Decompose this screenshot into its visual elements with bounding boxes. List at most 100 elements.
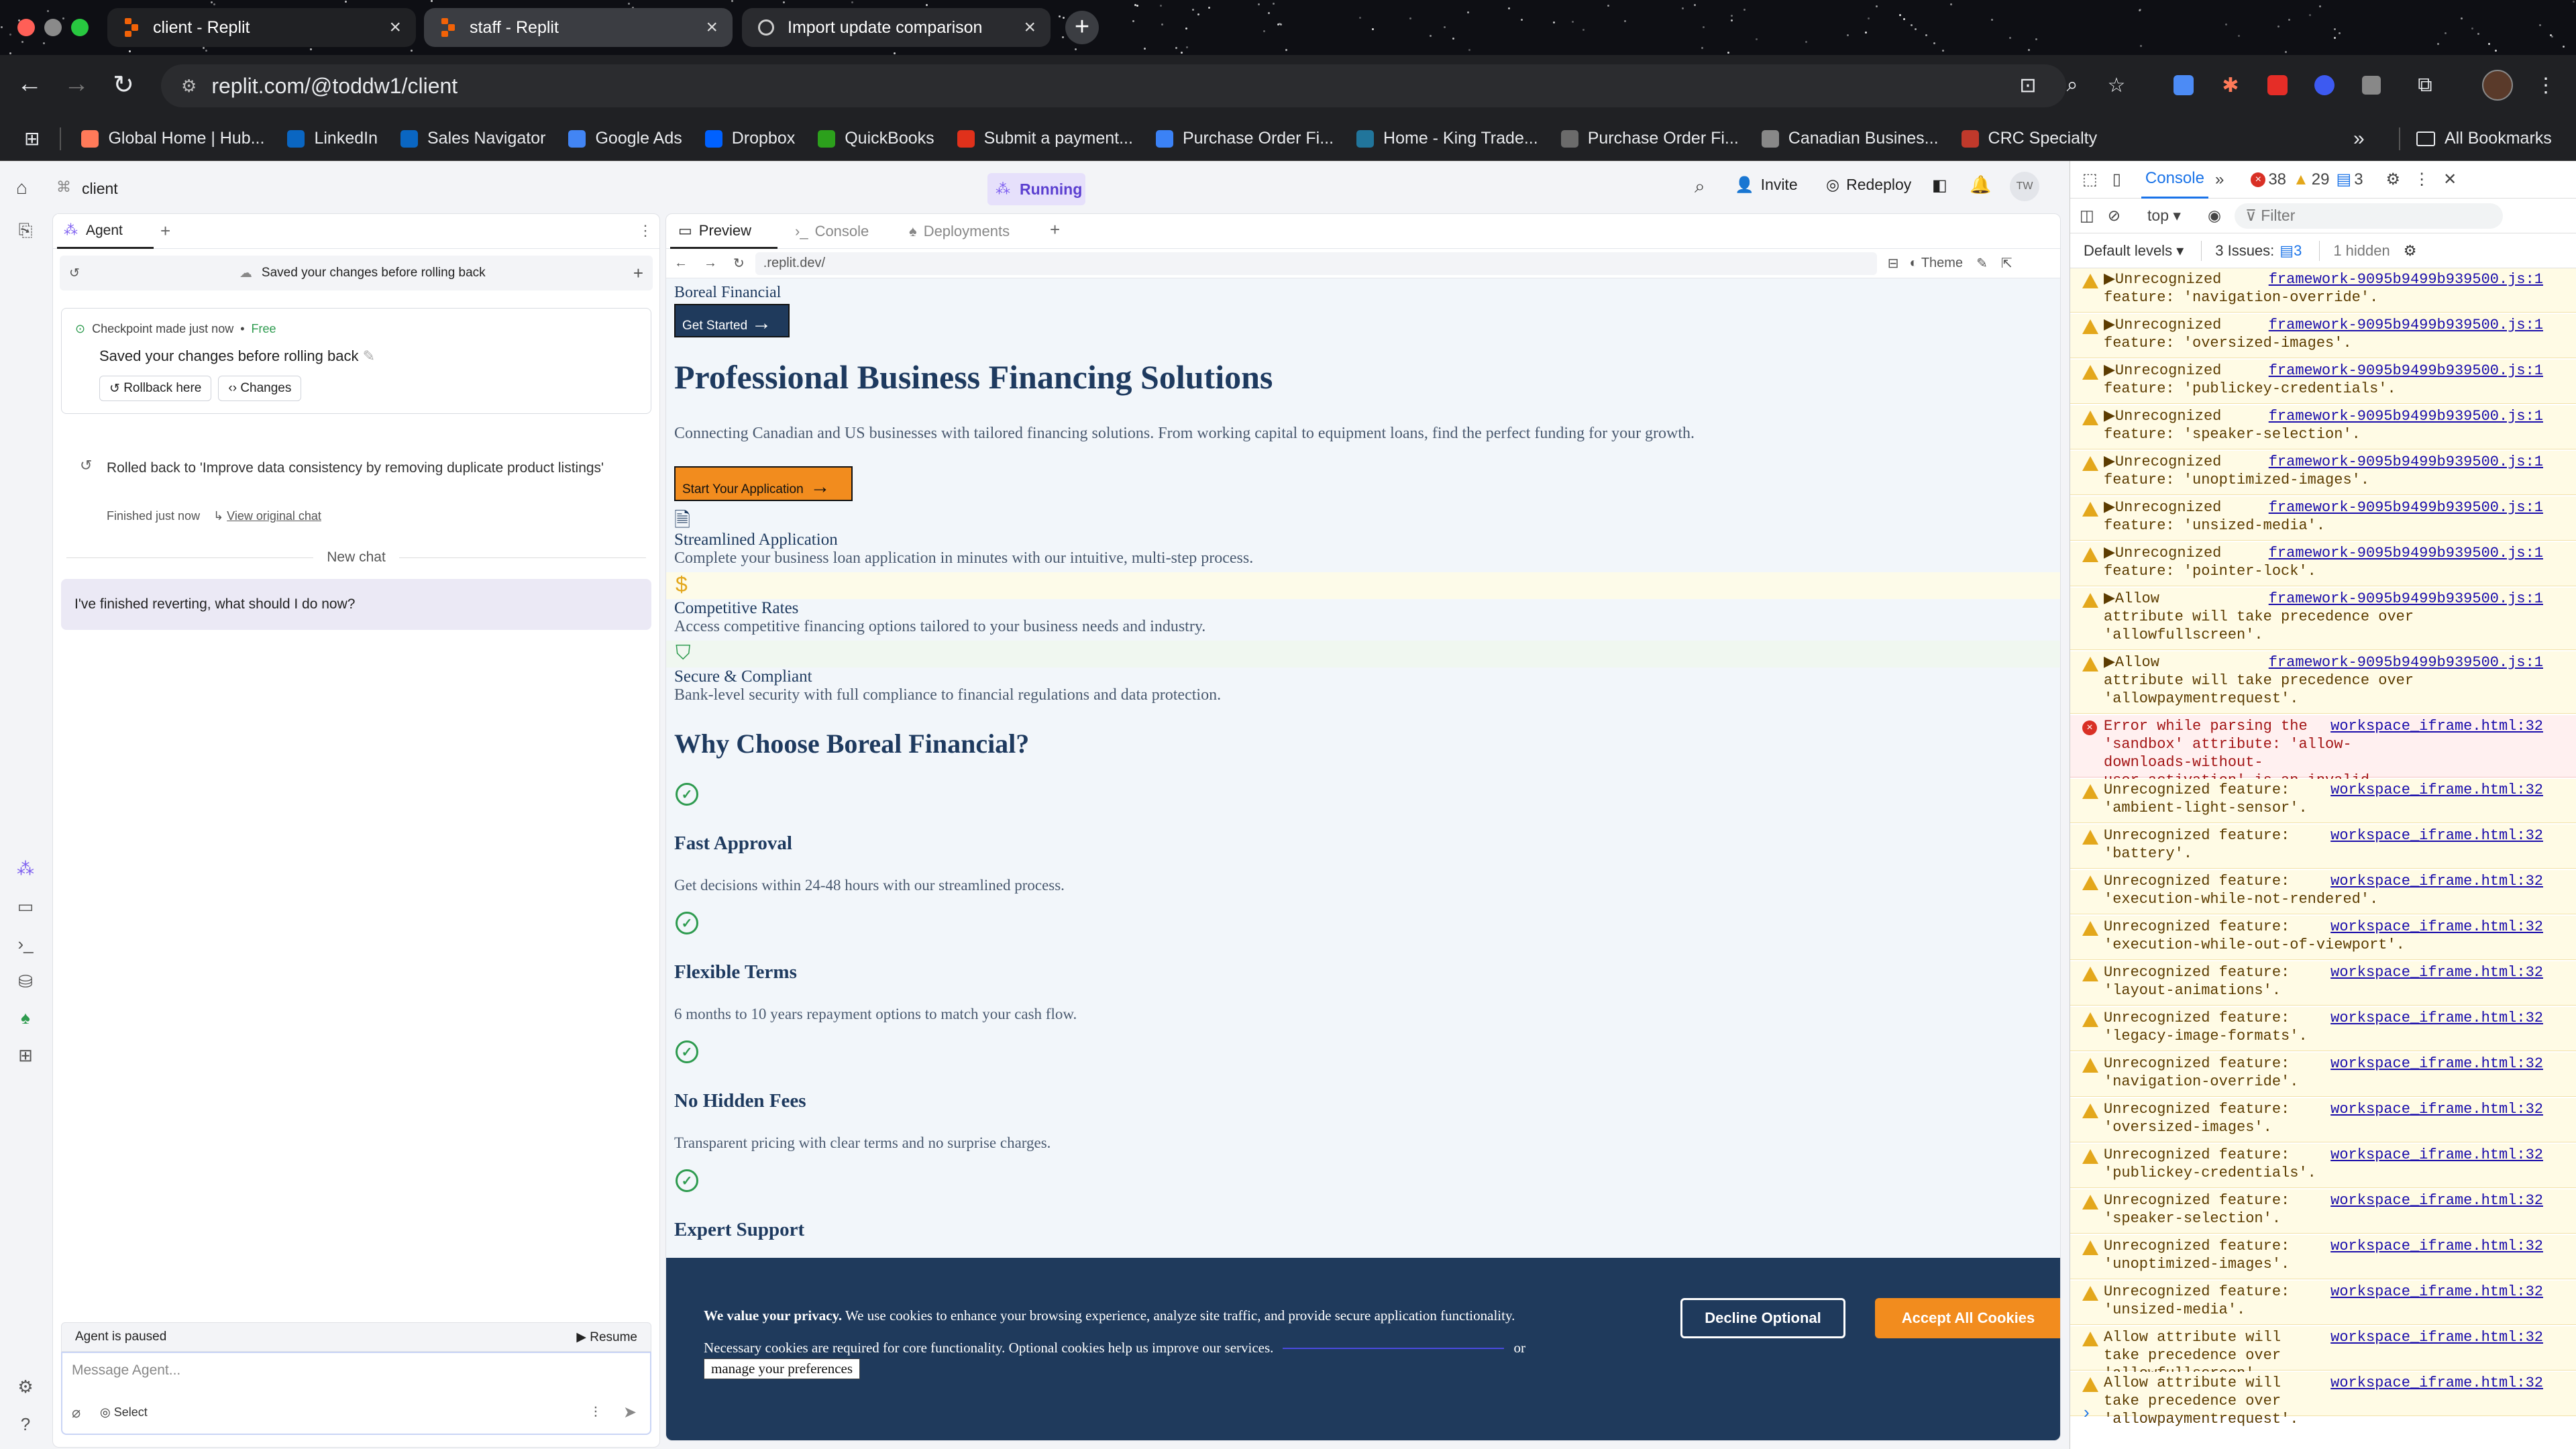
console-warning-message[interactable]: Unrecognized feature: 'ambient-light-sen… [2070, 779, 2576, 823]
run-status-button[interactable]: ⁂ Running [987, 173, 1085, 205]
new-tab-button[interactable]: + [1065, 11, 1099, 44]
bookmark-item[interactable]: Canadian Busines... [1761, 129, 1939, 148]
devtools-menu-icon[interactable]: ⋮ [2414, 170, 2430, 189]
forward-icon[interactable]: → [60, 70, 93, 99]
help-icon[interactable]: ? [15, 1414, 36, 1436]
bookmark-item[interactable]: Purchase Order Fi... [1155, 129, 1334, 148]
browser-tab-client[interactable]: client - Replit × [107, 8, 416, 47]
new-tab-plus-icon[interactable]: + [160, 221, 170, 241]
decline-optional-button[interactable]: Decline Optional [1680, 1298, 1845, 1338]
message-source-link[interactable]: framework-9095b9499b939500.js:1 [2269, 316, 2543, 334]
console-warning-message[interactable]: ▶Unrecognized feature: 'unsized-media'. f… [2070, 496, 2576, 541]
bookmark-item[interactable]: QuickBooks [818, 129, 934, 148]
message-source-link[interactable]: workspace_iframe.html:32 [2330, 1146, 2543, 1164]
profile-avatar[interactable] [2481, 68, 2514, 102]
manage-preferences-link[interactable]: manage your preferences [704, 1358, 861, 1379]
more-tabs-icon[interactable]: » [2215, 170, 2224, 189]
message-agent-input[interactable]: Message Agent... [72, 1362, 180, 1379]
close-tab-icon[interactable]: × [389, 16, 401, 39]
bookmark-item[interactable]: Submit a payment... [957, 129, 1133, 148]
extension-2-icon[interactable] [2355, 68, 2388, 102]
message-source-link[interactable]: framework-9095b9499b939500.js:1 [2269, 544, 2543, 562]
issues-count-button[interactable]: ▤3 [2279, 242, 2302, 260]
sidebar-toggle-icon[interactable]: ◫ [2080, 207, 2094, 225]
project-name[interactable]: client [82, 180, 118, 198]
message-source-link[interactable]: workspace_iframe.html:32 [2330, 826, 2543, 845]
console-warning-message[interactable]: ▶Unrecognized feature: 'navigation-overr… [2070, 268, 2576, 313]
live-expression-eye-icon[interactable]: ◉ [2208, 207, 2221, 225]
brand-name[interactable]: Boreal Financial [674, 284, 781, 302]
message-source-link[interactable]: framework-9095b9499b939500.js:1 [2269, 407, 2543, 425]
close-tab-icon[interactable]: × [1024, 16, 1036, 39]
install-app-icon[interactable]: ⊡ [2011, 68, 2045, 102]
console-warning-message[interactable]: Unrecognized feature: 'oversized-images'… [2070, 1098, 2576, 1142]
privacy-policy-link[interactable] [1283, 1347, 1505, 1349]
preview-reload-icon[interactable]: ↻ [733, 255, 745, 272]
message-source-link[interactable]: workspace_iframe.html:32 [2330, 918, 2543, 936]
console-warning-message[interactable]: Unrecognized feature: 'battery'. workspac… [2070, 824, 2576, 869]
maximize-window-button[interactable] [71, 19, 89, 36]
console-warning-message[interactable]: Unrecognized feature: 'navigation-overri… [2070, 1053, 2576, 1097]
console-prompt-icon[interactable]: › [2084, 1402, 2090, 1423]
tab-devtools-console[interactable]: Console [2141, 161, 2208, 199]
console-warning-message[interactable]: ▶Unrecognized feature: 'pointer-lock'. fr… [2070, 542, 2576, 586]
deployments-icon[interactable]: ♠ [15, 1008, 36, 1029]
console-warning-message[interactable]: Unrecognized feature: 'unsized-media'. wo… [2070, 1281, 2576, 1325]
rollback-here-button[interactable]: ↺ Rollback here [99, 376, 212, 401]
apps-grid-icon[interactable]: ⊞ [24, 127, 40, 150]
browser-tab-import-update[interactable]: Import update comparison × [742, 8, 1051, 47]
message-source-link[interactable]: framework-9095b9499b939500.js:1 [2269, 453, 2543, 471]
get-started-button[interactable]: Get Started → [674, 304, 790, 337]
search-icon[interactable]: ⌕ [1695, 176, 1705, 198]
view-original-chat-link[interactable]: ↳ View original chat [213, 509, 321, 523]
bookmark-item[interactable]: Google Ads [568, 129, 682, 148]
console-warning-message[interactable]: Unrecognized feature: 'layout-animations… [2070, 961, 2576, 1006]
message-source-link[interactable]: workspace_iframe.html:32 [2330, 717, 2543, 735]
preview-url-input[interactable]: .replit.dev/ [755, 252, 1877, 275]
console-warning-message[interactable]: ▶Unrecognized feature: 'speaker-selectio… [2070, 405, 2576, 449]
extensions-puzzle-icon[interactable]: ⧉ [2408, 68, 2442, 102]
resume-button[interactable]: ▶ Resume [576, 1330, 637, 1345]
reload-icon[interactable]: ↻ [107, 70, 140, 100]
message-source-link[interactable]: workspace_iframe.html:32 [2330, 1055, 2543, 1073]
console-settings-icon[interactable]: ⚙ [2404, 242, 2417, 260]
devtools-close-icon[interactable]: ✕ [2443, 170, 2457, 189]
console-warning-message[interactable]: Allow attribute will take precedence ove… [2070, 1326, 2576, 1382]
notifications-bell-icon[interactable]: 🔔 [1970, 174, 1991, 195]
redeploy-button[interactable]: ◎ Redeploy [1826, 176, 1911, 194]
settings-icon[interactable]: ⚙ [15, 1377, 36, 1398]
message-source-link[interactable]: workspace_iframe.html:32 [2330, 1009, 2543, 1027]
device-toolbar-icon[interactable]: ▯ [2112, 170, 2121, 189]
inspect-element-icon[interactable]: ⬚ [2082, 170, 2098, 189]
shell-icon[interactable]: ›_ [15, 934, 36, 955]
address-bar[interactable]: ⚙ replit.com/@toddw1/client [161, 64, 2066, 107]
message-source-link[interactable]: workspace_iframe.html:32 [2330, 1100, 2543, 1118]
select-button[interactable]: ◎ Select [100, 1405, 148, 1419]
bookmark-item[interactable]: LinkedIn [287, 129, 378, 148]
console-warning-message[interactable]: Unrecognized feature: 'speaker-selection… [2070, 1189, 2576, 1234]
console-warning-message[interactable]: Unrecognized feature: 'publickey-credent… [2070, 1144, 2576, 1188]
clear-console-icon[interactable]: ⊘ [2108, 207, 2121, 225]
bookmarks-overflow-icon[interactable]: » [2353, 127, 2365, 150]
bookmark-item[interactable]: Purchase Order Fi... [1560, 129, 1739, 148]
tab-menu-icon[interactable]: ⋮ [638, 222, 653, 239]
bookmark-item[interactable]: CRC Specialty [1961, 129, 2097, 148]
info-count[interactable]: ▤ 3 [2337, 170, 2363, 189]
message-source-link[interactable]: framework-9095b9499b939500.js:1 [2269, 362, 2543, 380]
console-warning-message[interactable]: ▶Allow attribute will take precedence ov… [2070, 651, 2576, 714]
all-tools-icon[interactable]: ⊞ [15, 1045, 36, 1067]
message-source-link[interactable]: workspace_iframe.html:32 [2330, 872, 2543, 890]
console-warning-message[interactable]: Unrecognized feature: 'unoptimized-image… [2070, 1235, 2576, 1279]
warning-count[interactable]: ▲ 29 [2293, 170, 2329, 189]
preview-back-icon[interactable]: ← [674, 256, 688, 271]
message-source-link[interactable]: framework-9095b9499b939500.js:1 [2269, 498, 2543, 517]
message-source-link[interactable]: workspace_iframe.html:32 [2330, 781, 2543, 799]
error-count[interactable]: × 38 [2251, 170, 2286, 189]
message-source-link[interactable]: workspace_iframe.html:32 [2330, 1328, 2543, 1346]
minimize-window-button[interactable] [44, 19, 62, 36]
site-info-icon[interactable]: ⚙ [181, 76, 197, 97]
console-warning-message[interactable]: Unrecognized feature: 'execution-while-n… [2070, 870, 2576, 914]
new-session-icon[interactable]: + [633, 263, 643, 284]
chrome-menu-icon[interactable]: ⋮ [2529, 68, 2563, 102]
theme-button[interactable]: ◐ Theme [1910, 256, 1964, 271]
